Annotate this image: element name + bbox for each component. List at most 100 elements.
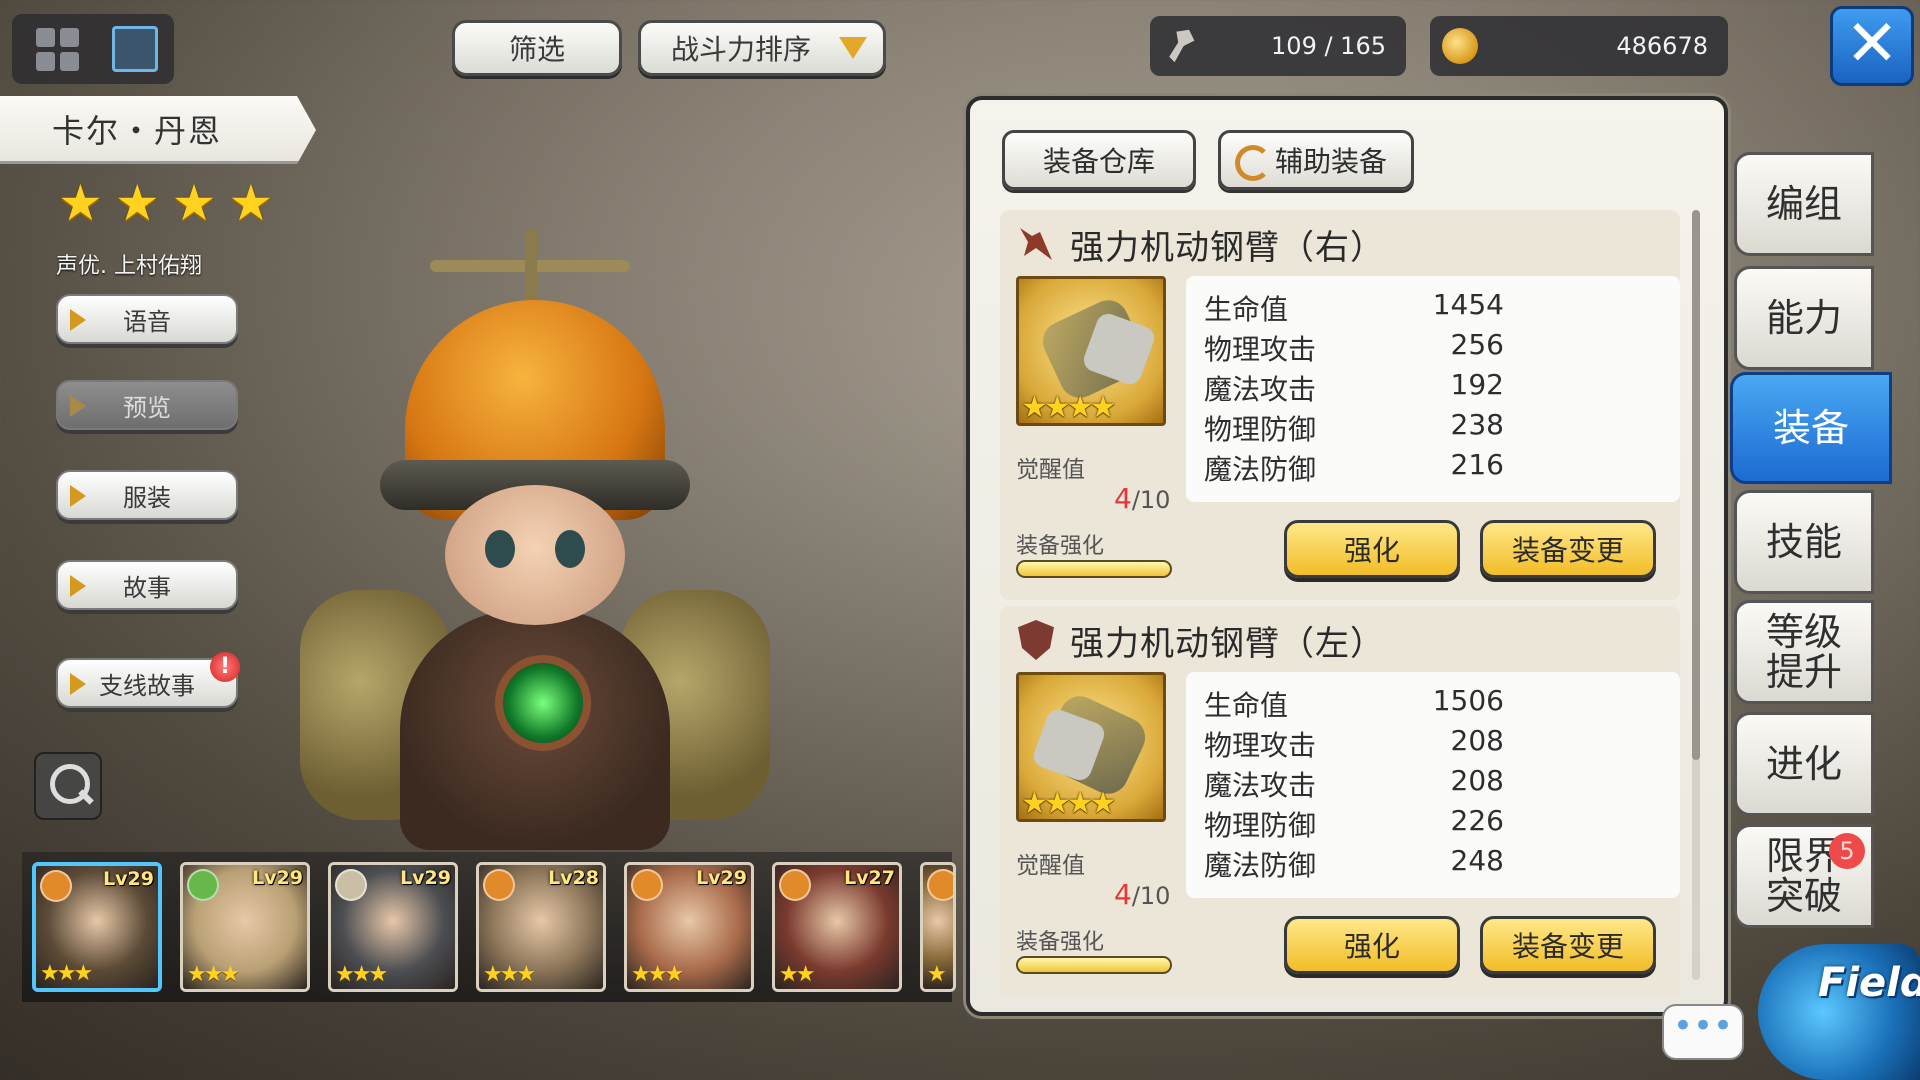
enhance-button[interactable]: 强化 — [1284, 916, 1460, 974]
character-card[interactable]: Lv27 ★★ — [772, 862, 902, 992]
element-icon — [187, 869, 219, 901]
element-icon — [335, 869, 367, 901]
character-stars: ★★ — [779, 962, 815, 987]
field-label: Field — [1818, 960, 1920, 1006]
scroll-thumb[interactable] — [1692, 210, 1700, 760]
stat-name: 物理防御 — [1204, 809, 1317, 842]
element-icon — [779, 869, 811, 901]
stamina-value: 109 / 165 — [1271, 32, 1386, 60]
stat-name: 生命值 — [1204, 293, 1289, 326]
chat-icon: ••• — [1672, 1006, 1734, 1046]
stat-value: 208 — [1450, 724, 1504, 757]
enhance-label: 装备强化 — [1016, 534, 1105, 559]
stat-row: 物理攻击 256 — [1204, 328, 1504, 368]
item-icon[interactable]: ★★★★ — [1016, 276, 1166, 426]
character-card[interactable]: Lv28 ★★★ — [476, 862, 606, 992]
tab-limit-break[interactable]: 限界 突破 5 — [1734, 824, 1874, 928]
character-card[interactable]: ★ — [920, 862, 956, 992]
character-card[interactable]: Lv29 ★★★ — [32, 862, 162, 992]
close-button[interactable]: ✕ — [1830, 6, 1914, 86]
stat-value: 248 — [1450, 844, 1504, 877]
costume-button[interactable]: 服装 — [56, 470, 238, 520]
awaken-label: 觉醒值 — [1016, 853, 1085, 879]
stats-box: 生命值 1454 物理攻击 256 魔法攻击 192 物理防御 238 魔法防御 216 — [1186, 276, 1680, 502]
tab-ability[interactable]: 能力 — [1734, 266, 1874, 370]
character-stars: ★★★ — [631, 962, 684, 987]
element-icon — [927, 869, 953, 901]
equipment-slot-right: 强力机动钢臂（右） ★★★★ 觉醒值 4/10 装备强化 生命值 1454 物理攻… — [1000, 210, 1680, 600]
stat-row: 物理防御 238 — [1204, 408, 1504, 448]
story-button[interactable]: 故事 — [56, 560, 238, 610]
gold-display: 486678 — [1430, 16, 1728, 76]
character-card[interactable]: Lv29 ★★★ — [624, 862, 754, 992]
equipment-slot-left: 强力机动钢臂（左） ★★★★ 觉醒值 4/10 装备强化 生命值 1506 物理攻… — [1000, 606, 1680, 996]
filter-button[interactable]: 筛选 — [452, 20, 622, 76]
tab-equipment[interactable]: 装备 — [1730, 372, 1892, 484]
stat-value: 226 — [1450, 804, 1504, 837]
play-icon — [70, 485, 86, 507]
stat-row: 生命值 1454 — [1204, 288, 1504, 328]
stat-name: 物理攻击 — [1204, 729, 1317, 762]
stat-name: 魔法防御 — [1204, 849, 1317, 882]
character-model — [270, 230, 810, 850]
tab-equipment-warehouse[interactable]: 装备仓库 — [1002, 130, 1196, 190]
character-card[interactable]: Lv29 ★★★ — [328, 862, 458, 992]
play-icon — [70, 395, 86, 417]
change-equipment-button[interactable]: 装备变更 — [1480, 520, 1656, 578]
roster-strip: Lv29 ★★★ Lv29 ★★★ Lv29 ★★★ Lv28 ★★★ Lv29 ★★★ Lv27 ★… — [22, 852, 956, 1002]
stat-name: 物理攻击 — [1204, 333, 1317, 366]
preview-button[interactable]: 预览 — [56, 380, 238, 430]
side-story-button[interactable]: 支线故事 ! — [56, 652, 240, 708]
stamina-display: 109 / 165 — [1150, 16, 1406, 76]
shield-icon — [1018, 620, 1054, 660]
tab-auxiliary-equipment[interactable]: 辅助装备 — [1218, 130, 1414, 190]
element-icon — [631, 869, 663, 901]
card-bar — [489, 991, 599, 992]
stat-value: 192 — [1450, 368, 1504, 401]
element-icon — [40, 870, 72, 902]
tab-team[interactable]: 编组 — [1734, 152, 1874, 256]
sort-dropdown[interactable]: 战斗力排序 — [638, 20, 886, 76]
character-stars: ★★★ — [483, 962, 536, 987]
scrollbar[interactable] — [1692, 210, 1700, 980]
propeller-mast — [525, 230, 537, 310]
zoom-button[interactable] — [34, 752, 102, 820]
tab-evolve[interactable]: 进化 — [1734, 712, 1874, 816]
tab-skill[interactable]: 技能 — [1734, 490, 1874, 594]
element-icon — [483, 869, 515, 901]
character-card[interactable]: Lv29 ★★★ — [180, 862, 310, 992]
tab-level-up[interactable]: 等级 提升 — [1734, 600, 1874, 704]
voice-button[interactable]: 语音 — [56, 294, 238, 344]
claw-icon — [1020, 228, 1052, 260]
single-view-icon[interactable] — [112, 26, 158, 72]
awaken-current: 4 — [1114, 878, 1132, 911]
chat-button[interactable]: ••• — [1662, 1004, 1744, 1060]
awaken-value: 4/10 — [1114, 878, 1170, 911]
preview-label: 预览 — [123, 393, 171, 422]
enhance-label: 装备强化 — [1016, 930, 1105, 955]
grid-view-icon[interactable] — [36, 28, 80, 72]
play-icon — [70, 309, 86, 331]
stat-row: 魔法攻击 192 — [1204, 368, 1504, 408]
stat-row: 魔法防御 216 — [1204, 448, 1504, 488]
voice-label: 语音 — [123, 307, 171, 336]
stat-name: 魔法攻击 — [1204, 769, 1317, 802]
enhance-progress-bar — [1016, 560, 1172, 578]
character-name: 卡尔・丹恩 — [0, 96, 316, 164]
equipment-panel: 装备仓库 辅助装备 强力机动钢臂（右） ★★★★ 觉醒值 4/10 装备强化 生… — [966, 96, 1728, 1016]
enhance-button[interactable]: 强化 — [1284, 520, 1460, 578]
star-icon: ★ — [58, 174, 103, 232]
character-stars: ★★★ — [40, 961, 93, 986]
enhance-progress-bar — [1016, 956, 1172, 974]
character-stars: ★★★ — [335, 962, 388, 987]
stat-value: 208 — [1450, 764, 1504, 797]
awaken-max: /10 — [1131, 486, 1171, 514]
stat-value: 256 — [1450, 328, 1504, 361]
character-level: Lv28 — [548, 867, 599, 889]
item-icon[interactable]: ★★★★ — [1016, 672, 1166, 822]
change-equipment-button[interactable]: 装备变更 — [1480, 916, 1656, 974]
costume-label: 服装 — [123, 483, 171, 512]
chevron-down-icon — [839, 37, 867, 59]
character-level: Lv27 — [844, 867, 895, 889]
face — [445, 485, 625, 625]
